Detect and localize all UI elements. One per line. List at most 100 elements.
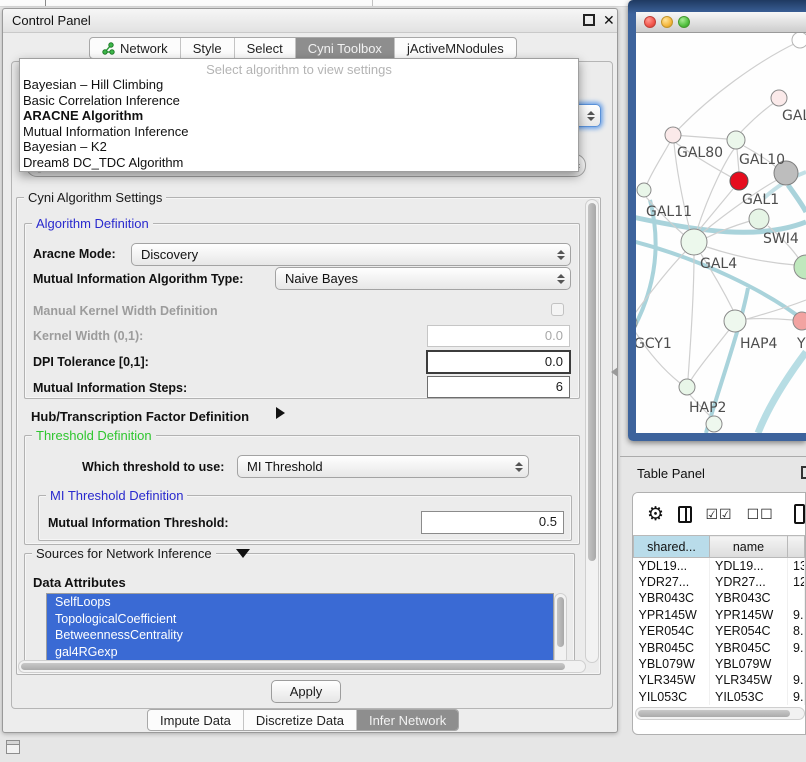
- algorithm-option[interactable]: ARACNE Algorithm: [20, 108, 578, 124]
- panel-splitter-arrow[interactable]: [611, 367, 618, 377]
- control-panel-titlebar: [3, 9, 617, 33]
- tab-impute-data[interactable]: Impute Data: [148, 710, 244, 730]
- table-cell: YDL19...: [634, 558, 710, 574]
- algorithm-popup: Select algorithm to view settings Bayesi…: [19, 58, 579, 172]
- table-toolbar: ⚙ ☑☑ ☐☐: [633, 493, 805, 535]
- minimize-traffic-icon[interactable]: [661, 16, 673, 28]
- settings-hscrollbar-thumb[interactable]: [21, 663, 565, 670]
- kernel-width-field[interactable]: 0.0: [427, 325, 570, 347]
- which-threshold-combobox[interactable]: MI Threshold: [237, 455, 529, 478]
- network-icon: [102, 42, 115, 55]
- combo-arrows-icon: [582, 111, 600, 121]
- columns-icon[interactable]: [678, 506, 691, 523]
- bottom-tabbar: Impute Data Discretize Data Infer Network: [147, 709, 459, 731]
- algorithm-option[interactable]: Dream8 DC_TDC Algorithm: [20, 155, 578, 171]
- checked-pair-icon[interactable]: ☑☑: [706, 506, 733, 523]
- network-node-label: HAP2: [689, 400, 726, 416]
- table-panel-title: Table Panel: [637, 466, 705, 481]
- table-cell: 9.: [788, 607, 805, 623]
- tab-label: jActiveMNodules: [407, 41, 504, 56]
- list-scrollbar-thumb[interactable]: [557, 597, 564, 647]
- page-icon[interactable]: [794, 504, 805, 524]
- float-window-icon[interactable]: [583, 14, 595, 26]
- which-threshold-label: Which threshold to use:: [82, 460, 224, 474]
- tab-network[interactable]: Network: [90, 38, 181, 58]
- table-cell: YBR043C: [634, 590, 710, 606]
- algorithm-option[interactable]: Bayesian – K2: [20, 139, 578, 155]
- zoom-traffic-icon[interactable]: [678, 16, 690, 28]
- close-traffic-icon[interactable]: [644, 16, 656, 28]
- table-panel-body: ⚙ ☑☑ ☐☐ shared... name YDL19...YDL19...1…: [632, 492, 806, 735]
- apply-button[interactable]: Apply: [271, 680, 341, 703]
- algorithm-option[interactable]: Basic Correlation Inference: [20, 93, 578, 109]
- network-node-label: GAL4: [700, 256, 737, 272]
- table-hscrollbar-thumb[interactable]: [638, 710, 790, 717]
- table-row[interactable]: YER054CYER054C8.: [634, 623, 805, 639]
- data-attribute-item[interactable]: gal4RGexp: [47, 644, 553, 661]
- table-cell: [788, 656, 805, 672]
- algorithm-option[interactable]: Mutual Information Inference: [20, 124, 578, 140]
- tab-label: Infer Network: [369, 713, 446, 728]
- list-scrollbar[interactable]: [554, 593, 567, 665]
- settings-vscrollbar[interactable]: [585, 199, 599, 663]
- tab-select[interactable]: Select: [235, 38, 296, 58]
- tab-discretize-data[interactable]: Discretize Data: [244, 710, 357, 730]
- threshold-definition-title: Threshold Definition: [32, 428, 156, 443]
- settings-hscrollbar[interactable]: [18, 660, 586, 673]
- network-node-label: HAP4: [740, 336, 778, 352]
- table-row[interactable]: YDR27...YDR27...12: [634, 574, 805, 590]
- column-header-clipped[interactable]: [788, 536, 805, 558]
- close-icon[interactable]: ✕: [603, 12, 615, 29]
- column-header-shared[interactable]: shared...: [634, 536, 710, 558]
- which-threshold-value: MI Threshold: [238, 459, 510, 474]
- column-header-name[interactable]: name: [710, 536, 788, 558]
- table-cell: 9.: [788, 639, 805, 655]
- algorithm-option[interactable]: Bayesian – Hill Climbing: [20, 77, 578, 93]
- table-hscrollbar[interactable]: [635, 707, 805, 720]
- dock-window-icon[interactable]: [6, 740, 20, 754]
- tab-jactivemnodules[interactable]: jActiveMNodules: [395, 38, 516, 58]
- tab-cyni-toolbox[interactable]: Cyni Toolbox: [296, 38, 395, 58]
- settings-vscrollbar-thumb[interactable]: [588, 203, 596, 561]
- table-cell: YDR27...: [634, 574, 710, 590]
- table-row[interactable]: YBR043CYBR043C: [634, 590, 805, 606]
- mi-type-combobox[interactable]: Naive Bayes: [275, 267, 571, 290]
- network-node-label: GCY1: [636, 336, 672, 352]
- tab-label: Impute Data: [160, 713, 231, 728]
- dpi-tolerance-field[interactable]: 0.0: [426, 350, 571, 374]
- collapse-arrow-icon[interactable]: [236, 549, 250, 558]
- network-node-label: SWI4: [763, 231, 799, 247]
- aracne-mode-label: Aracne Mode:: [33, 247, 116, 261]
- expand-arrow-icon[interactable]: [276, 407, 285, 419]
- aracne-mode-combobox[interactable]: Discovery: [131, 243, 571, 266]
- network-node-label: GAL11: [646, 204, 692, 220]
- table-panel-float-icon[interactable]: [801, 466, 806, 479]
- unchecked-pair-icon[interactable]: ☐☐: [747, 506, 774, 523]
- data-attribute-item[interactable]: BetweennessCentrality: [47, 627, 553, 644]
- gear-icon[interactable]: ⚙: [647, 503, 664, 526]
- mi-threshold-field[interactable]: 0.5: [421, 511, 564, 534]
- tab-label: Select: [247, 41, 283, 56]
- table-row[interactable]: YIL053CYIL053C9.: [634, 689, 805, 705]
- algorithm-definition-title: Algorithm Definition: [32, 216, 153, 231]
- data-attribute-item[interactable]: SelfLoops: [47, 594, 553, 611]
- table-cell: 8.: [788, 623, 805, 639]
- table-row[interactable]: YBR045CYBR045C9.: [634, 639, 805, 655]
- table-row[interactable]: YPR145WYPR145W9.: [634, 607, 805, 623]
- mi-steps-field[interactable]: 6: [427, 376, 570, 398]
- network-canvas[interactable]: GAL80GAL10GAL11GAL1SWI4GAL4GCY1HAP4YHAP2…: [636, 33, 806, 433]
- tab-infer-network[interactable]: Infer Network: [357, 710, 458, 730]
- tab-style[interactable]: Style: [181, 38, 235, 58]
- tab-label: Cyni Toolbox: [308, 41, 382, 56]
- table-row[interactable]: YBL079WYBL079W: [634, 656, 805, 672]
- manual-kernel-label: Manual Kernel Width Definition: [33, 304, 218, 318]
- algorithm-popup-placeholder: Select algorithm to view settings: [20, 59, 578, 77]
- table-row[interactable]: YLR345WYLR345W9.: [634, 672, 805, 688]
- mi-type-label: Mutual Information Algorithm Type:: [33, 272, 243, 286]
- table-row[interactable]: YDL19...YDL19...13: [634, 558, 805, 574]
- data-attribute-item[interactable]: TopologicalCoefficient: [47, 611, 553, 628]
- data-attributes-list[interactable]: SelfLoopsTopologicalCoefficientBetweenne…: [46, 593, 554, 665]
- manual-kernel-checkbox[interactable]: [551, 303, 564, 316]
- table-cell: YBR045C: [710, 639, 788, 655]
- hub-section-label[interactable]: Hub/Transcription Factor Definition: [31, 409, 249, 424]
